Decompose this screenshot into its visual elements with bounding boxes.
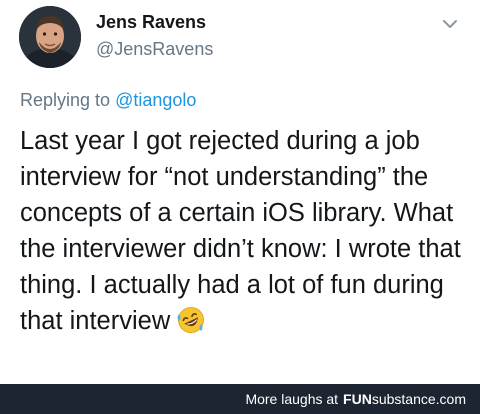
tweet-body: Last year I got rejected during a job in… <box>20 127 461 335</box>
author-handle[interactable]: @JensRavens <box>96 39 213 60</box>
reply-mention-link[interactable]: @tiangolo <box>115 90 196 110</box>
avatar[interactable] <box>19 6 81 68</box>
footer-prefix: More laughs at <box>245 391 339 407</box>
rolling-on-the-floor-laughing-emoji-icon <box>176 305 206 335</box>
tweet-text: Last year I got rejected during a job in… <box>20 123 465 339</box>
chevron-down-icon[interactable] <box>440 14 460 34</box>
avatar-photo <box>19 6 81 68</box>
author-name[interactable]: Jens Ravens <box>96 12 206 33</box>
footer-brand-fun: FUN <box>343 391 372 407</box>
watermark-footer: More laughs at FUNsubstance.com <box>0 384 480 414</box>
footer-brand[interactable]: FUNsubstance.com <box>343 391 466 407</box>
footer-brand-rest: substance.com <box>371 391 466 407</box>
replying-to-label: Replying to <box>20 90 111 110</box>
replying-to-line: Replying to @tiangolo <box>20 90 196 111</box>
